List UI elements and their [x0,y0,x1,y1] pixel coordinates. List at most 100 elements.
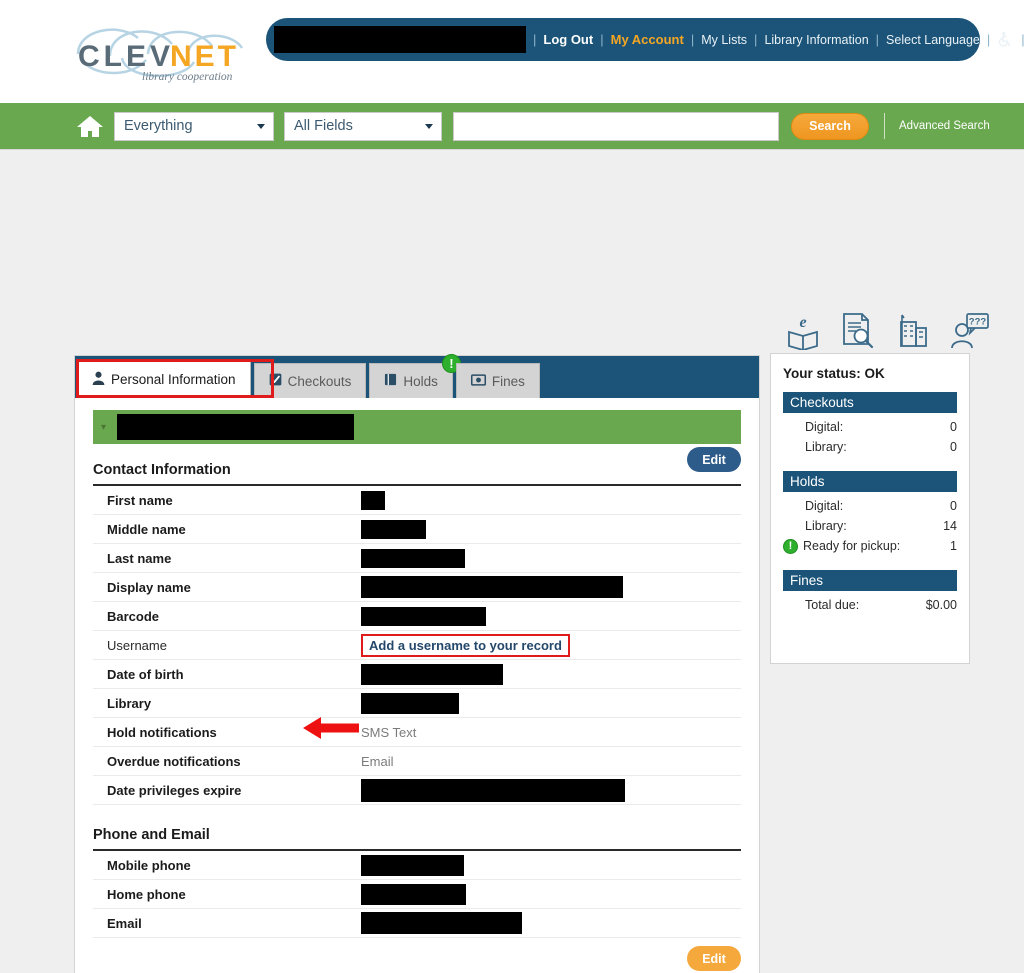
status-heading-holds: Holds [783,471,957,492]
row-label: Display name [107,579,191,595]
search-input[interactable] [453,111,779,141]
status-row-label: Digital: [805,420,844,434]
phone-email-edit-row: Edit [93,938,741,973]
table-row: Middle name [93,515,741,544]
hold-notification-value: SMS Text [361,724,417,740]
row-label: Overdue notifications [107,753,241,769]
advanced-search-link[interactable]: Advanced Search [899,120,990,132]
row-value: Add a username to your record [303,633,741,739]
contact-information-header: Contact Information Edit [93,447,741,486]
redacted-value [361,576,623,598]
contact-edit-button[interactable]: Edit [687,447,741,472]
library-building-icon[interactable] [894,312,930,355]
status-row-value: 1 [950,539,957,553]
tab-checkouts[interactable]: Checkouts [253,363,367,398]
table-row: Home phone [93,880,741,909]
book-icon [384,373,397,389]
status-row: Digital: 0 [783,496,957,516]
overdue-notification-value: Email [361,753,394,769]
nav-separator: | [875,32,880,47]
library-information-link[interactable]: Library Information [764,33,868,47]
account-nav-bar: | Log Out | My Account | My Lists | Libr… [266,18,1024,61]
status-row: Total due: $0.00 [783,595,957,615]
article-search-icon[interactable] [839,312,875,355]
row-value [361,912,741,934]
phone-email-header: Phone and Email [93,827,741,851]
wheelchair-icon[interactable] [997,31,1014,48]
row-value [361,576,741,598]
search-scope-value: Everything [124,118,193,134]
add-username-link[interactable]: Add a username to your record [361,633,570,657]
site-header: CLEV NET library cooperation | Log Out |… [0,0,1024,103]
quick-links-icon-row: e ??? [786,312,989,355]
search-scope-select[interactable]: Everything [114,111,274,141]
svg-text:NET: NET [170,40,239,73]
status-row: Library: 14 [783,516,957,536]
person-icon [92,371,105,388]
chevron-down-icon [425,124,433,129]
search-button[interactable]: Search [791,112,869,140]
redacted-value [361,490,385,510]
table-row: Date privileges expire [93,776,741,805]
chevron-down-icon: ▾ [101,421,107,433]
row-label: Home phone [107,886,186,902]
my-lists-link[interactable]: My Lists [701,33,747,47]
nav-separator: | [754,32,758,47]
tab-holds[interactable]: Holds ! [369,354,461,398]
status-spacer [783,556,957,570]
row-value: SMS Text [361,725,741,740]
status-row: Library: 0 [783,437,957,457]
status-row-value: 0 [950,499,957,513]
log-out-link[interactable]: Log Out [543,32,593,47]
account-name-accordion[interactable]: ▾ [93,410,741,444]
status-row-value: $0.00 [925,598,957,612]
svg-text:???: ??? [969,317,987,328]
table-row-username: Username Add a username to your record [93,631,741,739]
money-icon [470,373,486,389]
table-row: First name [93,486,741,515]
row-value [361,548,741,568]
phone-email-title: Phone and Email [93,827,210,843]
table-row: Library [93,689,741,718]
search-field-select[interactable]: All Fields [284,111,442,141]
search-field-value: All Fields [294,118,353,134]
tab-personal-information[interactable]: Personal Information [77,360,251,398]
tab-label: Holds [403,373,438,389]
tab-label: Fines [491,373,525,389]
table-row: Barcode [93,602,741,631]
redacted-value [361,692,459,714]
red-arrow-annotation [303,716,359,740]
account-card-body: ▾ Contact Information Edit First name Mi… [75,410,759,973]
status-row-label: Total due: [805,598,860,612]
redacted-value [361,663,503,685]
ask-librarian-icon[interactable]: ??? [949,312,989,355]
status-row-label: Ready for pickup: [803,539,901,553]
account-username-redacted [274,26,526,53]
tab-fines[interactable]: Fines [455,363,540,398]
home-icon[interactable] [76,114,104,139]
redacted-value [361,912,522,934]
clevnet-logo[interactable]: CLEV NET library cooperation [70,14,270,84]
contact-information-rows: First name Middle name Last name Display… [93,486,741,805]
clevnet-logo-svg: CLEV NET library cooperation [76,28,244,83]
chevron-down-icon [257,124,265,129]
table-row: Hold notifications SMS Text [93,718,741,747]
phone-email-edit-button[interactable]: Edit [687,946,741,971]
row-value [361,519,741,539]
svg-text:library cooperation: library cooperation [142,71,233,83]
nav-separator: | [600,32,604,47]
my-account-link[interactable]: My Account [611,32,684,47]
row-value [361,490,741,510]
table-row: Email [93,909,741,938]
status-title: Your status: OK [783,366,885,381]
row-value [361,692,741,714]
ebook-icon[interactable]: e [786,312,820,355]
svg-text:CLEV: CLEV [78,40,174,73]
phone-email-rows: Mobile phone Home phone Email [93,851,741,938]
row-value [361,854,741,876]
status-heading-checkouts: Checkouts [783,392,957,413]
select-language-link[interactable]: Select Language [886,33,980,47]
table-row: Mobile phone [93,851,741,880]
row-label: Date privileges expire [107,782,242,798]
svg-text:e: e [799,314,806,331]
